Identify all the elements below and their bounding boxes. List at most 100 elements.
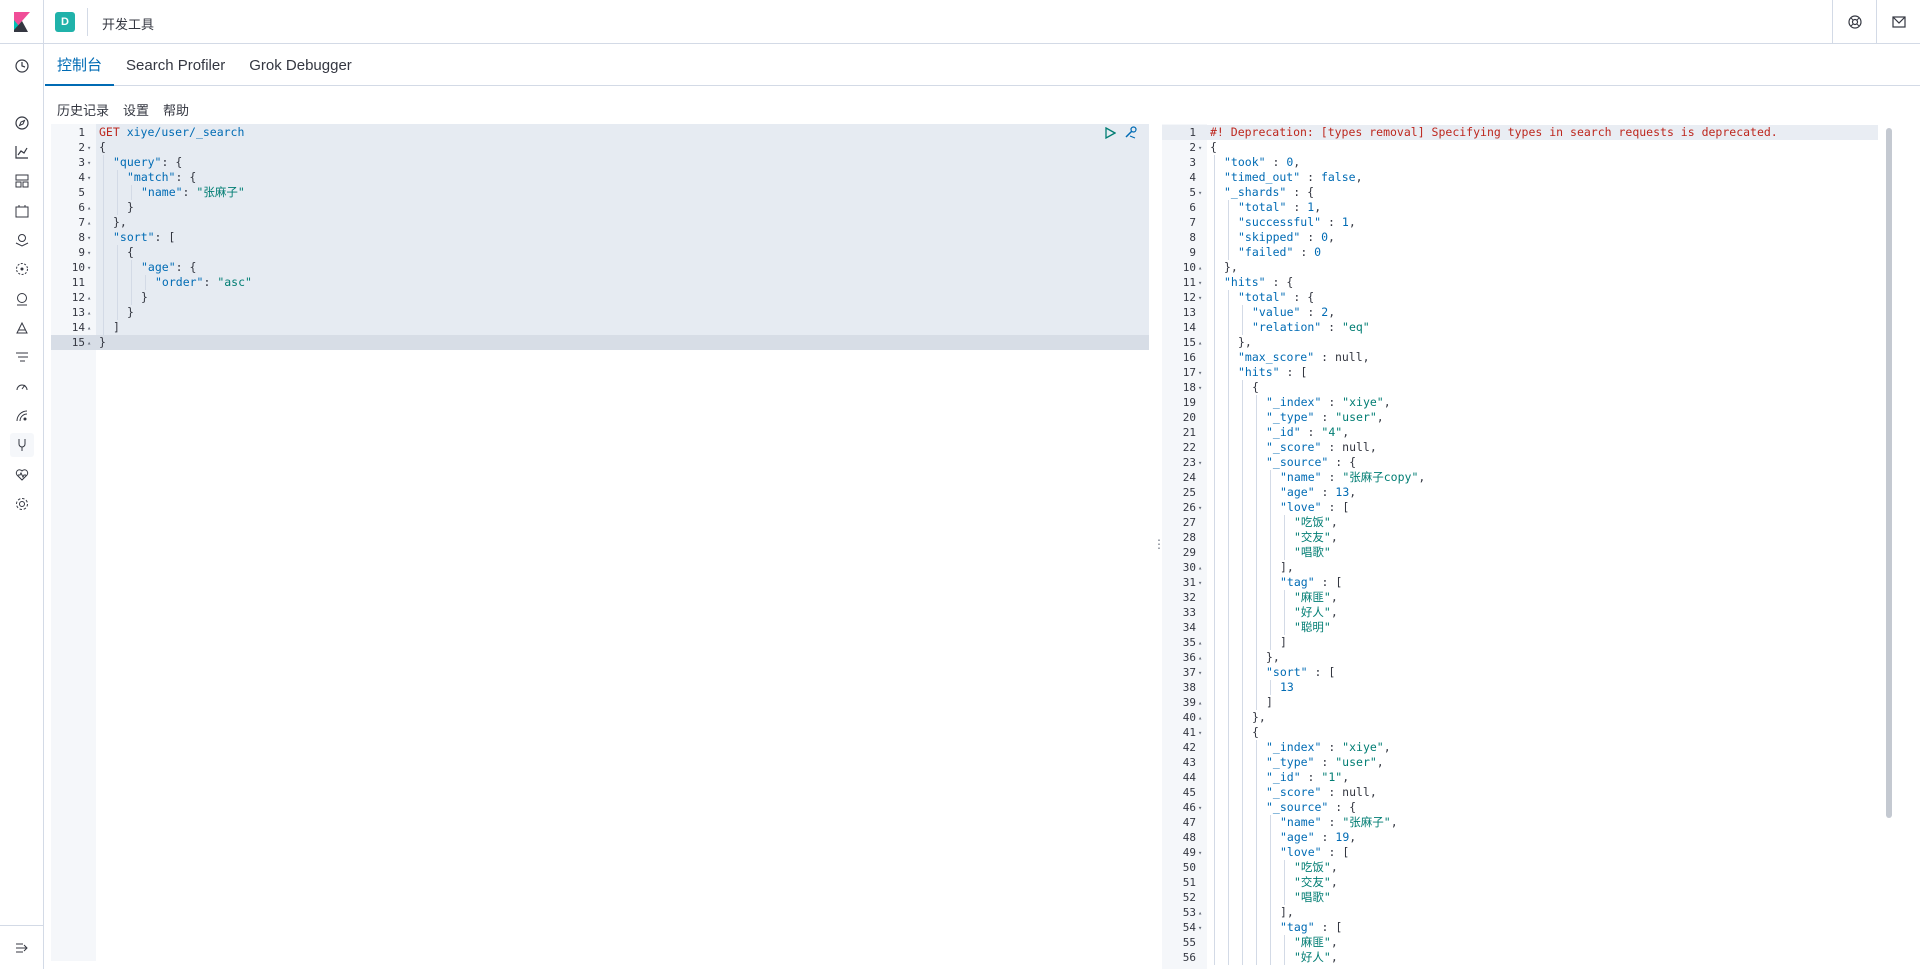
maps-icon[interactable] [10, 228, 34, 252]
fold-toggle-icon[interactable]: ▾ [87, 156, 95, 171]
indent-guide [103, 275, 104, 290]
dashboard-icon[interactable] [10, 169, 34, 193]
indent-guide [1242, 470, 1243, 485]
indent-guide [1256, 785, 1257, 800]
fold-toggle-icon[interactable]: ▾ [87, 246, 95, 261]
help-link[interactable]: 帮助 [163, 100, 189, 119]
kibana-logo[interactable] [0, 0, 44, 44]
collapse-nav-icon[interactable] [0, 925, 44, 969]
logs-icon[interactable] [10, 316, 34, 340]
indent-guide [1242, 830, 1243, 845]
tab-search-profiler[interactable]: Search Profiler [114, 44, 237, 86]
indent-guide [1228, 650, 1229, 665]
canvas-icon[interactable] [10, 199, 34, 223]
indent-guide [1256, 455, 1257, 470]
fold-toggle-icon[interactable]: ▴ [87, 216, 95, 231]
fold-toggle-icon[interactable]: ▾ [1198, 456, 1206, 471]
fold-toggle-icon[interactable]: ▾ [1198, 576, 1206, 591]
response-scrollbar[interactable] [1886, 128, 1892, 818]
fold-toggle-icon[interactable]: ▾ [1198, 276, 1206, 291]
siem-icon[interactable] [10, 404, 34, 428]
fold-toggle-icon[interactable]: ▾ [1198, 846, 1206, 861]
indent-guide [1256, 590, 1257, 605]
fold-toggle-icon[interactable]: ▴ [1198, 636, 1206, 651]
code-line: "timed_out" : false, [1224, 170, 1363, 184]
line-number: 39 [1182, 696, 1196, 709]
indent-guide [1242, 665, 1243, 680]
indent-guide [1242, 785, 1243, 800]
code-line: "_source" : { [1266, 455, 1357, 469]
fold-toggle-icon[interactable]: ▾ [1198, 501, 1206, 516]
code-line: ], [1280, 560, 1294, 574]
fold-toggle-icon[interactable]: ▾ [87, 141, 95, 156]
fold-toggle-icon[interactable]: ▴ [87, 321, 95, 336]
indent-guide [1214, 875, 1215, 890]
visualize-icon[interactable] [10, 140, 34, 164]
space-avatar[interactable]: D [55, 12, 75, 32]
monitoring-icon[interactable] [10, 463, 34, 487]
indent-guide [1228, 455, 1229, 470]
indent-guide [1284, 860, 1285, 875]
fold-toggle-icon[interactable]: ▴ [1198, 906, 1206, 921]
request-editor[interactable]: 1 GET xiye/user/_search 2 ▾{3 ▾ "query": {4 ▾ "… [51, 124, 1149, 961]
help-icon[interactable] [1832, 0, 1876, 44]
app-title: 开发工具 [102, 17, 155, 32]
indent-guide [1228, 320, 1229, 335]
discover-icon[interactable] [10, 111, 34, 135]
line-number: 31 [1182, 576, 1196, 589]
fold-toggle-icon[interactable]: ▴ [87, 291, 95, 306]
line-number: 17 [1182, 366, 1196, 379]
tab-grok-debugger[interactable]: Grok Debugger [237, 44, 364, 86]
code-line: "age" : 19, [1280, 830, 1357, 844]
recent-icon[interactable] [10, 54, 34, 78]
fold-toggle-icon[interactable]: ▾ [87, 261, 95, 276]
fold-toggle-icon[interactable]: ▾ [1198, 141, 1206, 156]
fold-toggle-icon[interactable]: ▴ [1198, 261, 1206, 276]
indent-guide [1228, 680, 1229, 695]
line-number: 55 [1182, 936, 1196, 949]
metrics-icon[interactable] [10, 287, 34, 311]
fold-toggle-icon[interactable]: ▾ [1198, 381, 1206, 396]
wrench-icon[interactable] [1124, 126, 1137, 144]
fold-toggle-icon[interactable]: ▾ [1198, 366, 1206, 381]
fold-toggle-icon[interactable]: ▾ [1198, 801, 1206, 816]
tab-console[interactable]: 控制台 [45, 44, 115, 86]
uptime-icon[interactable] [10, 375, 34, 399]
code-line: "交友", [1294, 875, 1338, 889]
code-line: "name" : "张麻子", [1280, 815, 1398, 829]
settings-link[interactable]: 设置 [123, 100, 149, 119]
indent-guide [1214, 275, 1215, 290]
fold-toggle-icon[interactable]: ▾ [1198, 291, 1206, 306]
fold-toggle-icon[interactable]: ▴ [1198, 696, 1206, 711]
fold-toggle-icon[interactable]: ▾ [1198, 726, 1206, 741]
fold-toggle-icon[interactable]: ▴ [87, 306, 95, 321]
indent-guide [1270, 530, 1271, 545]
active-line-highlight [51, 335, 1149, 350]
ml-icon[interactable] [10, 257, 34, 281]
history-link[interactable]: 历史记录 [57, 100, 109, 119]
line-number: 40 [1182, 711, 1196, 724]
indent-guide [117, 305, 118, 320]
fold-toggle-icon[interactable]: ▴ [1198, 711, 1206, 726]
fold-toggle-icon[interactable]: ▴ [87, 201, 95, 216]
fold-toggle-icon[interactable]: ▾ [87, 231, 95, 246]
line-number: 20 [1182, 411, 1196, 424]
fold-toggle-icon[interactable]: ▾ [1198, 921, 1206, 936]
mail-icon[interactable] [1876, 0, 1920, 44]
indent-guide [1256, 650, 1257, 665]
fold-toggle-icon[interactable]: ▾ [1198, 666, 1206, 681]
indent-guide [1242, 575, 1243, 590]
fold-toggle-icon[interactable]: ▴ [1198, 651, 1206, 666]
fold-toggle-icon[interactable]: ▴ [87, 336, 95, 351]
line-number: 56 [1182, 951, 1196, 964]
management-icon[interactable] [10, 492, 34, 516]
line-number: 1 [1189, 126, 1196, 139]
fold-toggle-icon[interactable]: ▴ [1198, 336, 1206, 351]
dev-tools-icon[interactable] [10, 433, 34, 457]
apm-icon[interactable] [10, 345, 34, 369]
indent-guide [1214, 635, 1215, 650]
play-icon[interactable] [1104, 126, 1117, 144]
fold-toggle-icon[interactable]: ▴ [1198, 561, 1206, 576]
fold-toggle-icon[interactable]: ▾ [1198, 186, 1206, 201]
fold-toggle-icon[interactable]: ▾ [87, 171, 95, 186]
